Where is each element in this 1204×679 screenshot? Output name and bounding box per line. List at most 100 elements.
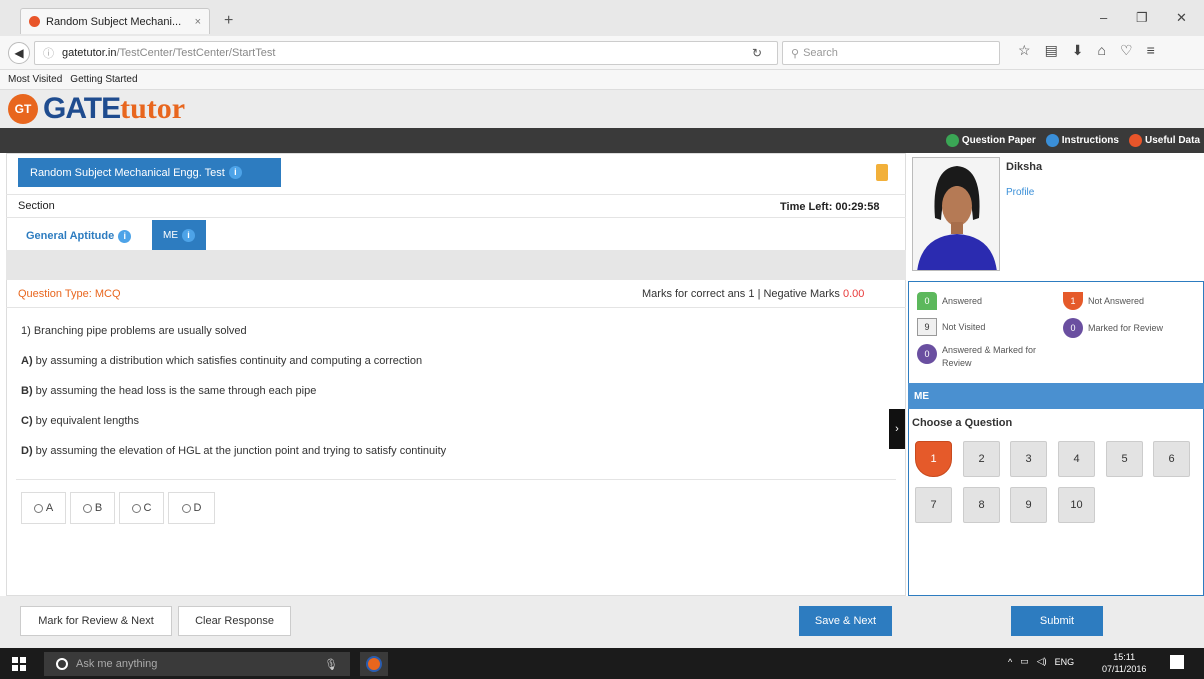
download-icon[interactable]: ⬇ <box>1072 42 1084 59</box>
gatetutor-logo[interactable]: GT GATE tutor <box>8 92 185 126</box>
legend-label: Answered <box>942 296 983 306</box>
tab-me[interactable]: ME i <box>152 220 206 250</box>
volume-icon[interactable]: ◁) <box>1037 656 1047 667</box>
legend-answered: 0 Answered <box>917 292 982 310</box>
new-tab-button[interactable]: + <box>224 12 233 30</box>
marks-sep: | Negative Marks <box>757 288 840 300</box>
choice-d-radio[interactable]: D <box>168 492 215 524</box>
question-button-1[interactable]: 1 <box>915 441 952 477</box>
clear-response-button[interactable]: Clear Response <box>178 606 291 636</box>
choice-label: D <box>193 502 202 514</box>
close-window-button[interactable]: ✕ <box>1176 10 1187 26</box>
calculator-icon[interactable] <box>876 164 888 181</box>
submit-button[interactable]: Submit <box>1011 606 1103 636</box>
question-button-5[interactable]: 5 <box>1106 441 1143 477</box>
question-text: 1) Branching pipe problems are usually s… <box>21 325 247 337</box>
chevron-up-icon[interactable]: ^ <box>1008 657 1012 667</box>
choice-c-radio[interactable]: C <box>119 492 164 524</box>
cortana-icon <box>56 658 68 670</box>
cortana-placeholder: Ask me anything <box>76 658 158 670</box>
menu-icon[interactable]: ≡ <box>1147 42 1155 59</box>
bookmark-getting-started[interactable]: Getting Started <box>70 74 137 85</box>
question-button-2[interactable]: 2 <box>963 441 1000 477</box>
taskbar-clock[interactable]: 15:11 07/11/2016 <box>1102 651 1146 675</box>
option-text: by assuming the elevation of HGL at the … <box>35 445 447 457</box>
choice-b-radio[interactable]: B <box>70 492 115 524</box>
cortana-search-input[interactable]: Ask me anything 🎙 <box>44 652 350 676</box>
question-panel <box>6 153 906 596</box>
option-text: by assuming a distribution which satisfi… <box>35 355 423 367</box>
question-button-6[interactable]: 6 <box>1153 441 1190 477</box>
url-path: /TestCenter/TestCenter/StartTest <box>116 47 276 59</box>
firefox-icon <box>366 656 382 672</box>
question-button-8[interactable]: 8 <box>963 487 1000 523</box>
info-icon[interactable]: i <box>182 228 195 242</box>
pocket-icon[interactable]: ♡ <box>1120 42 1133 59</box>
browser-search-input[interactable]: ⚲ Search <box>782 41 1000 65</box>
logo-badge: GT <box>8 94 38 124</box>
question-paper-label: Question Paper <box>961 135 1036 147</box>
candidate-photo <box>912 157 1000 271</box>
divider <box>16 479 896 480</box>
save-next-button[interactable]: Save & Next <box>799 606 892 636</box>
tab-me-label: ME <box>163 229 178 241</box>
maximize-button[interactable]: ❐ <box>1136 10 1148 26</box>
logo-gate-text: GATE <box>43 92 121 125</box>
useful-data-icon <box>1128 134 1142 147</box>
radio-icon <box>131 503 141 513</box>
marks-prefix: Marks for correct ans <box>642 288 746 300</box>
legend-label: Not Visited <box>942 322 986 332</box>
tab-general-aptitude[interactable]: General Aptitude i <box>26 222 132 250</box>
marks-correct: 1 <box>748 288 755 300</box>
question-button-4[interactable]: 4 <box>1058 441 1095 477</box>
bookmarks-bar: Most Visited Getting Started <box>0 70 1204 90</box>
info-icon[interactable]: i <box>118 229 132 243</box>
legend-not-answered: 1 Not Answered <box>1063 292 1144 310</box>
choice-a-radio[interactable]: A <box>21 492 66 524</box>
legend-label: Answered & Marked for Review <box>942 345 1037 368</box>
reload-icon[interactable]: ↻ <box>752 46 762 60</box>
firefox-taskbar-icon[interactable] <box>360 652 388 676</box>
browser-toolbar-icons: ☆ ▤ ⬇ ⌂ ♡ ≡ <box>1018 42 1155 59</box>
info-icon[interactable]: i <box>228 166 242 179</box>
not-answered-icon: 1 <box>1063 292 1083 310</box>
home-icon[interactable]: ⌂ <box>1098 42 1106 59</box>
clipboard-icon[interactable]: ▤ <box>1045 42 1058 59</box>
favicon-icon <box>29 16 40 27</box>
instructions-link[interactable]: Instructions <box>1045 134 1119 147</box>
option-key: B) <box>21 385 33 397</box>
windows-start-icon[interactable] <box>12 657 26 671</box>
microphone-icon[interactable]: 🎙 <box>324 658 338 671</box>
time-left: Time Left: 00:29:58 <box>780 201 880 213</box>
bookmark-most-visited[interactable]: Most Visited <box>8 74 62 85</box>
minimize-button[interactable]: – <box>1100 10 1107 25</box>
arrow-left-icon: ◀ <box>14 46 24 60</box>
option-key: D) <box>21 445 33 457</box>
language-indicator[interactable]: ENG <box>1055 657 1075 667</box>
useful-data-link[interactable]: Useful Data <box>1128 134 1200 147</box>
option-b: B) by assuming the head loss is the same… <box>21 385 316 397</box>
status-legend: 0 Answered 1 Not Answered 9 Not Visited … <box>908 281 1204 383</box>
instructions-icon <box>1045 134 1059 147</box>
browser-tab[interactable]: Random Subject Mechani... × <box>20 8 210 34</box>
question-button-3[interactable]: 3 <box>1010 441 1047 477</box>
back-button[interactable]: ◀ <box>8 42 30 64</box>
bookmark-star-icon[interactable]: ☆ <box>1018 42 1031 59</box>
option-a: A) by assuming a distribution which sati… <box>21 355 422 367</box>
address-bar[interactable]: ⓘ gatetutor.in /TestCenter/TestCenter/St… <box>34 41 778 65</box>
mark-review-next-button[interactable]: Mark for Review & Next <box>20 606 172 636</box>
network-icon[interactable]: ▭ <box>1020 656 1029 667</box>
profile-link[interactable]: Profile <box>1006 187 1034 198</box>
question-button-9[interactable]: 9 <box>1010 487 1047 523</box>
test-title-button[interactable]: Random Subject Mechanical Engg. Test i <box>18 158 281 187</box>
question-button-10[interactable]: 10 <box>1058 487 1095 523</box>
radio-icon <box>181 503 191 513</box>
question-paper-link[interactable]: Question Paper <box>945 134 1036 147</box>
test-title: Random Subject Mechanical Engg. Test <box>30 166 225 179</box>
question-button-7[interactable]: 7 <box>915 487 952 523</box>
search-placeholder: Search <box>803 47 838 59</box>
close-tab-icon[interactable]: × <box>195 16 201 28</box>
option-d: D) by assuming the elevation of HGL at t… <box>21 445 446 457</box>
notification-icon[interactable] <box>1170 655 1184 669</box>
collapse-panel-button[interactable]: › <box>889 409 905 449</box>
